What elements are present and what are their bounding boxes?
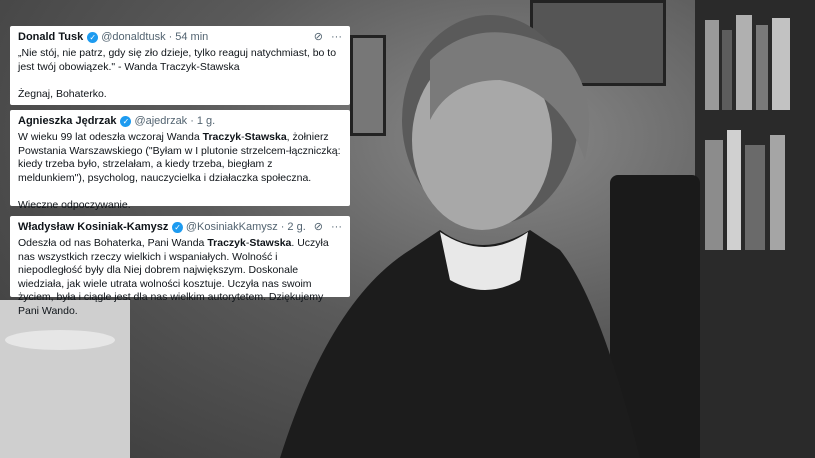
tweet-time[interactable]: 1 g. xyxy=(197,114,215,128)
highlight-term: Traczyk xyxy=(207,237,246,249)
author-name[interactable]: Donald Tusk xyxy=(18,30,83,44)
tweet-card[interactable]: Agnieszka Jędrzak ✓ @ajedrzak · 1 g. W w… xyxy=(10,110,350,211)
separator-dot: · xyxy=(190,115,194,127)
tweet-time[interactable]: 2 g. xyxy=(287,220,305,234)
more-icon[interactable]: ··· xyxy=(331,220,342,234)
author-handle[interactable]: @KosiniakKamysz xyxy=(186,220,278,234)
tweet-text: Odeszła od nas Bohaterka, Pani Wanda Tra… xyxy=(18,237,342,318)
highlight-term: Stawska xyxy=(249,237,292,249)
text-segment: Odeszła od nas Bohaterka, Pani Wanda xyxy=(18,237,208,249)
separator-dot: · xyxy=(168,31,173,43)
separator-dot: · xyxy=(280,221,285,233)
highlight-term: Stawska xyxy=(244,131,287,143)
grok-icon[interactable]: ⊘ xyxy=(314,30,323,44)
author-handle[interactable]: @donaldtusk xyxy=(101,30,165,44)
text-segment: W wieku 99 lat odeszła wczoraj Wanda xyxy=(18,131,203,143)
verified-badge-icon: ✓ xyxy=(172,221,183,233)
author-name[interactable]: Władysław Kosiniak-Kamysz xyxy=(18,220,168,234)
author-name[interactable]: Agnieszka Jędrzak xyxy=(18,114,116,128)
tweet-card[interactable]: Donald Tusk ✓ @donaldtusk · 54 min ⊘ ···… xyxy=(10,26,350,105)
tweet-header: Władysław Kosiniak-Kamysz ✓ @KosiniakKam… xyxy=(18,220,342,234)
grok-icon[interactable]: ⊘ xyxy=(314,220,323,234)
more-icon[interactable]: ··· xyxy=(331,30,342,44)
verified-badge-icon: ✓ xyxy=(87,31,99,43)
tweet-text: „Nie stój, nie patrz, gdy się zło dzieje… xyxy=(18,47,337,100)
verified-badge-icon: ✓ xyxy=(120,115,132,127)
tweet-card[interactable]: Władysław Kosiniak-Kamysz ✓ @KosiniakKam… xyxy=(10,216,350,317)
tweet-header: Agnieszka Jędrzak ✓ @ajedrzak · 1 g. xyxy=(18,114,342,128)
tweet-time[interactable]: 54 min xyxy=(175,30,208,44)
tweet-header: Donald Tusk ✓ @donaldtusk · 54 min ⊘ ··· xyxy=(18,30,342,44)
highlight-term: Traczyk xyxy=(202,131,242,143)
author-handle[interactable]: @ajedrzak xyxy=(134,114,187,128)
tweet-text: W wieku 99 lat odeszła wczoraj Wanda Tra… xyxy=(18,131,342,212)
